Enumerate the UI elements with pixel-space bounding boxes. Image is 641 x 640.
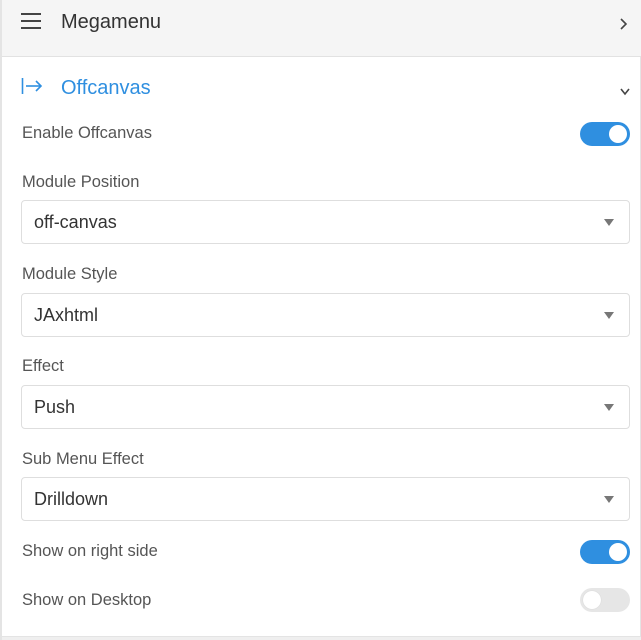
module-position-value: off-canvas <box>34 212 117 232</box>
toggle-knob <box>609 543 627 561</box>
show-on-desktop-toggle[interactable] <box>580 588 630 612</box>
show-on-desktop-label: Show on Desktop <box>22 591 152 609</box>
effect-value: Push <box>34 397 76 417</box>
dropdown-caret-icon <box>604 404 614 411</box>
offcanvas-section-title[interactable]: Offcanvas <box>61 77 151 100</box>
toggle-knob <box>583 591 601 609</box>
megamenu-title: Megamenu <box>61 11 162 33</box>
settings-panel: Megamenu Offcanvas Enable Offcanvas Modu… <box>0 0 641 640</box>
module-style-label: Module Style <box>22 265 118 283</box>
effect-label: Effect <box>22 357 64 375</box>
hamburger-menu-icon[interactable] <box>21 13 41 29</box>
dropdown-caret-icon <box>604 312 614 319</box>
megamenu-header[interactable]: Megamenu <box>2 0 641 57</box>
module-style-value: JAxhtml <box>34 305 99 325</box>
module-position-label: Module Position <box>22 173 140 191</box>
dropdown-caret-icon <box>604 496 614 503</box>
effect-select[interactable]: Push <box>21 385 630 429</box>
chevron-down-icon[interactable] <box>618 84 632 96</box>
panel-bottom-divider <box>2 636 641 640</box>
show-on-right-side-label: Show on right side <box>22 542 158 560</box>
chevron-right-icon[interactable] <box>619 17 629 30</box>
module-position-select[interactable]: off-canvas <box>21 200 630 244</box>
sub-menu-effect-select[interactable]: Drilldown <box>21 477 630 521</box>
sub-menu-effect-value: Drilldown <box>34 489 109 509</box>
module-style-select[interactable]: JAxhtml <box>21 293 630 337</box>
arrow-right-to-bar-icon <box>21 77 43 95</box>
enable-offcanvas-label: Enable Offcanvas <box>22 124 152 142</box>
dropdown-caret-icon <box>604 219 614 226</box>
sub-menu-effect-label: Sub Menu Effect <box>22 450 144 468</box>
toggle-knob <box>609 125 627 143</box>
enable-offcanvas-toggle[interactable] <box>580 122 630 146</box>
show-on-right-side-toggle[interactable] <box>580 540 630 564</box>
